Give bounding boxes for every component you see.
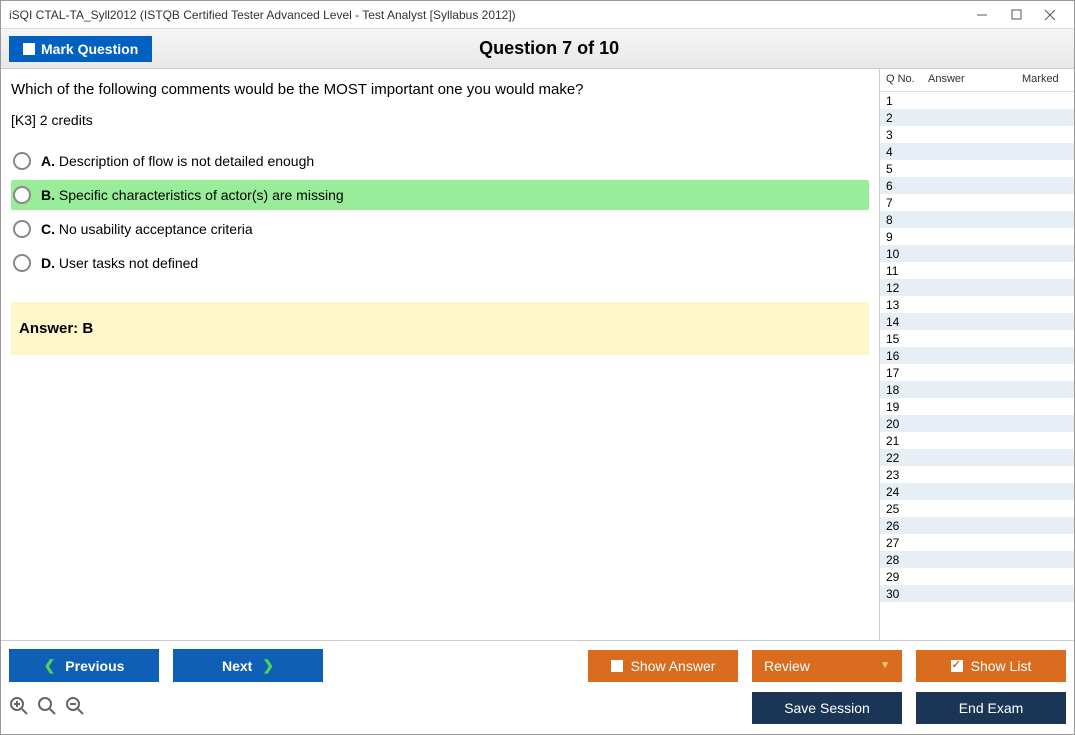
chevron-left-icon: ❮: [44, 657, 56, 674]
list-row[interactable]: 24: [880, 483, 1074, 500]
list-row[interactable]: 30: [880, 585, 1074, 602]
zoom-out-icon[interactable]: [65, 696, 85, 721]
list-row[interactable]: 19: [880, 398, 1074, 415]
zoom-reset-icon[interactable]: [37, 696, 57, 721]
list-row[interactable]: 21: [880, 432, 1074, 449]
previous-button[interactable]: ❮ Previous: [9, 649, 159, 682]
review-dropdown[interactable]: Review ▼: [752, 650, 902, 682]
checkbox-icon: [611, 660, 623, 672]
list-row[interactable]: 15: [880, 330, 1074, 347]
chevron-down-icon: ▼: [880, 660, 890, 671]
list-header: Q No. Answer Marked: [880, 69, 1074, 92]
option-label: C. No usability acceptance criteria: [41, 221, 253, 237]
maximize-icon[interactable]: [1008, 7, 1024, 23]
list-row[interactable]: 5: [880, 160, 1074, 177]
list-row[interactable]: 8: [880, 211, 1074, 228]
question-list-panel: Q No. Answer Marked 12345678910111213141…: [879, 69, 1074, 640]
col-qno: Q No.: [886, 73, 928, 85]
window-title: iSQI CTAL-TA_Syll2012 (ISTQB Certified T…: [9, 8, 974, 22]
col-marked: Marked: [1022, 73, 1072, 85]
list-row[interactable]: 18: [880, 381, 1074, 398]
save-session-button[interactable]: Save Session: [752, 692, 902, 724]
list-row[interactable]: 10: [880, 245, 1074, 262]
next-button[interactable]: Next ❯: [173, 649, 323, 682]
list-row[interactable]: 4: [880, 143, 1074, 160]
list-row[interactable]: 6: [880, 177, 1074, 194]
window-controls: [974, 7, 1066, 23]
list-row[interactable]: 23: [880, 466, 1074, 483]
chevron-right-icon: ❯: [262, 657, 274, 674]
end-exam-button[interactable]: End Exam: [916, 692, 1066, 724]
list-row[interactable]: 11: [880, 262, 1074, 279]
list-row[interactable]: 20: [880, 415, 1074, 432]
mark-question-label: Mark Question: [41, 41, 138, 57]
zoom-controls: [9, 696, 85, 721]
list-row[interactable]: 28: [880, 551, 1074, 568]
footer: ❮ Previous Next ❯ Show Answer Review ▼ S…: [1, 640, 1074, 734]
header-bar: Mark Question Question 7 of 10: [1, 29, 1074, 69]
main-area: Which of the following comments would be…: [1, 69, 1074, 640]
list-row[interactable]: 12: [880, 279, 1074, 296]
checkbox-checked-icon: [951, 660, 963, 672]
checkbox-icon: [23, 43, 35, 55]
show-list-label: Show List: [971, 658, 1032, 674]
list-row[interactable]: 1: [880, 92, 1074, 109]
minimize-icon[interactable]: [974, 7, 990, 23]
list-row[interactable]: 27: [880, 534, 1074, 551]
radio-icon: [13, 152, 31, 170]
radio-icon: [13, 220, 31, 238]
next-label: Next: [222, 658, 252, 674]
answer-box: Answer: B: [11, 302, 869, 355]
list-row[interactable]: 2: [880, 109, 1074, 126]
option-label: B. Specific characteristics of actor(s) …: [41, 187, 344, 203]
question-counter: Question 7 of 10: [152, 38, 1066, 59]
list-row[interactable]: 29: [880, 568, 1074, 585]
list-row[interactable]: 22: [880, 449, 1074, 466]
zoom-in-icon[interactable]: [9, 696, 29, 721]
show-answer-label: Show Answer: [631, 658, 716, 674]
list-row[interactable]: 17: [880, 364, 1074, 381]
previous-label: Previous: [65, 658, 124, 674]
radio-icon: [13, 186, 31, 204]
app-window: iSQI CTAL-TA_Syll2012 (ISTQB Certified T…: [0, 0, 1075, 735]
list-row[interactable]: 7: [880, 194, 1074, 211]
radio-icon: [13, 254, 31, 272]
question-text: Which of the following comments would be…: [11, 81, 869, 98]
review-label: Review: [764, 658, 810, 674]
question-credits: [K3] 2 credits: [11, 112, 869, 128]
question-pane: Which of the following comments would be…: [1, 69, 879, 640]
list-row[interactable]: 9: [880, 228, 1074, 245]
close-icon[interactable]: [1042, 7, 1058, 23]
col-answer: Answer: [928, 73, 1022, 85]
list-row[interactable]: 13: [880, 296, 1074, 313]
show-answer-button[interactable]: Show Answer: [588, 650, 738, 682]
option-a[interactable]: A. Description of flow is not detailed e…: [11, 146, 869, 176]
footer-nav-row: ❮ Previous Next ❯ Show Answer Review ▼ S…: [9, 649, 1066, 682]
show-list-button[interactable]: Show List: [916, 650, 1066, 682]
question-list[interactable]: 1234567891011121314151617181920212223242…: [880, 92, 1074, 640]
option-label: A. Description of flow is not detailed e…: [41, 153, 314, 169]
list-row[interactable]: 25: [880, 500, 1074, 517]
option-c[interactable]: C. No usability acceptance criteria: [11, 214, 869, 244]
list-row[interactable]: 26: [880, 517, 1074, 534]
titlebar: iSQI CTAL-TA_Syll2012 (ISTQB Certified T…: [1, 1, 1074, 29]
option-d[interactable]: D. User tasks not defined: [11, 248, 869, 278]
option-b[interactable]: B. Specific characteristics of actor(s) …: [11, 180, 869, 210]
list-row[interactable]: 3: [880, 126, 1074, 143]
mark-question-button[interactable]: Mark Question: [9, 36, 152, 62]
footer-tools-row: Save Session End Exam: [9, 692, 1066, 724]
list-row[interactable]: 16: [880, 347, 1074, 364]
option-label: D. User tasks not defined: [41, 255, 198, 271]
list-row[interactable]: 14: [880, 313, 1074, 330]
